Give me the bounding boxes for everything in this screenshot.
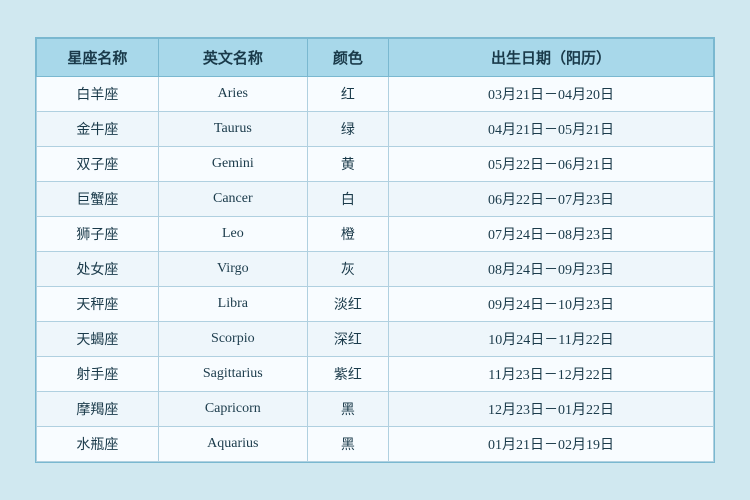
header-date: 出生日期（阳历） [389,39,714,77]
cell-date: 09月24日－10月23日 [389,287,714,322]
cell-date: 08月24日－09月23日 [389,252,714,287]
cell-en: Aquarius [158,427,307,462]
cell-en: Leo [158,217,307,252]
cell-en: Libra [158,287,307,322]
cell-date: 12月23日－01月22日 [389,392,714,427]
table-row: 白羊座Aries红03月21日－04月20日 [37,77,714,112]
table-row: 狮子座Leo橙07月24日－08月23日 [37,217,714,252]
header-cn: 星座名称 [37,39,159,77]
cell-cn: 天秤座 [37,287,159,322]
table-row: 天秤座Libra淡红09月24日－10月23日 [37,287,714,322]
cell-en: Cancer [158,182,307,217]
header-en: 英文名称 [158,39,307,77]
cell-date: 05月22日－06月21日 [389,147,714,182]
cell-cn: 处女座 [37,252,159,287]
cell-date: 10月24日－11月22日 [389,322,714,357]
cell-cn: 巨蟹座 [37,182,159,217]
cell-cn: 金牛座 [37,112,159,147]
cell-color: 红 [307,77,388,112]
cell-en: Aries [158,77,307,112]
cell-cn: 白羊座 [37,77,159,112]
table-row: 巨蟹座Cancer白06月22日－07月23日 [37,182,714,217]
cell-color: 淡红 [307,287,388,322]
cell-cn: 水瓶座 [37,427,159,462]
cell-color: 橙 [307,217,388,252]
zodiac-table: 星座名称 英文名称 颜色 出生日期（阳历） 白羊座Aries红03月21日－04… [36,38,714,462]
cell-date: 07月24日－08月23日 [389,217,714,252]
cell-date: 11月23日－12月22日 [389,357,714,392]
cell-en: Capricorn [158,392,307,427]
cell-en: Gemini [158,147,307,182]
table-row: 射手座Sagittarius紫红11月23日－12月22日 [37,357,714,392]
cell-en: Sagittarius [158,357,307,392]
table-header-row: 星座名称 英文名称 颜色 出生日期（阳历） [37,39,714,77]
zodiac-table-container: 星座名称 英文名称 颜色 出生日期（阳历） 白羊座Aries红03月21日－04… [35,37,715,463]
cell-cn: 狮子座 [37,217,159,252]
cell-color: 白 [307,182,388,217]
table-row: 天蝎座Scorpio深红10月24日－11月22日 [37,322,714,357]
table-row: 双子座Gemini黄05月22日－06月21日 [37,147,714,182]
cell-color: 紫红 [307,357,388,392]
cell-color: 绿 [307,112,388,147]
cell-date: 01月21日－02月19日 [389,427,714,462]
cell-color: 黑 [307,427,388,462]
cell-en: Virgo [158,252,307,287]
cell-color: 黑 [307,392,388,427]
cell-date: 03月21日－04月20日 [389,77,714,112]
cell-cn: 天蝎座 [37,322,159,357]
cell-cn: 双子座 [37,147,159,182]
cell-color: 黄 [307,147,388,182]
cell-en: Taurus [158,112,307,147]
cell-color: 深红 [307,322,388,357]
cell-en: Scorpio [158,322,307,357]
header-color: 颜色 [307,39,388,77]
cell-date: 04月21日－05月21日 [389,112,714,147]
table-row: 金牛座Taurus绿04月21日－05月21日 [37,112,714,147]
cell-cn: 摩羯座 [37,392,159,427]
cell-cn: 射手座 [37,357,159,392]
cell-date: 06月22日－07月23日 [389,182,714,217]
cell-color: 灰 [307,252,388,287]
table-row: 水瓶座Aquarius黑01月21日－02月19日 [37,427,714,462]
table-row: 处女座Virgo灰08月24日－09月23日 [37,252,714,287]
table-row: 摩羯座Capricorn黑12月23日－01月22日 [37,392,714,427]
